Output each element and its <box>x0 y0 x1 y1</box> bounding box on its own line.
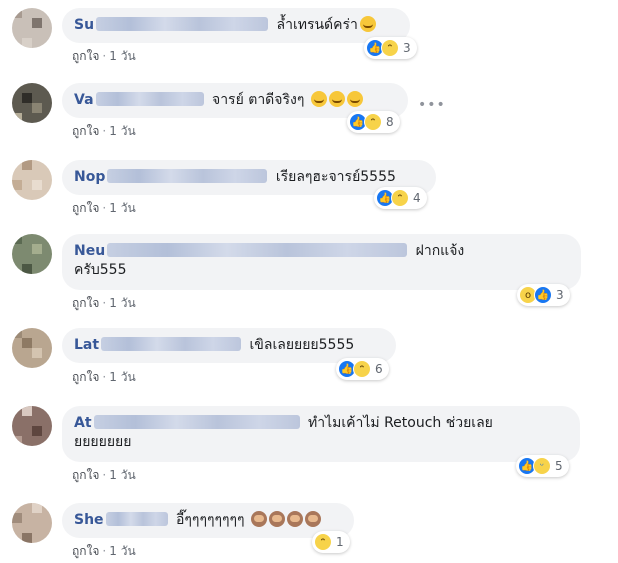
comment-bubble: Su ล้ำเทรนด์คร่า <box>62 8 410 43</box>
avatar[interactable] <box>12 83 52 123</box>
like-link[interactable]: ถูกใจ <box>72 201 99 215</box>
avatar[interactable] <box>12 8 52 48</box>
sad-reaction-icon: ᵕ <box>533 457 551 475</box>
see-no-evil-monkey-icon <box>269 511 286 527</box>
haha-reaction-icon: ᵔ <box>381 39 399 57</box>
grin-emoji-icon <box>328 91 345 107</box>
blurred-name <box>107 169 268 183</box>
blurred-name <box>93 415 300 429</box>
comment-text: ทำไมเค้าไม่ Retouch ช่วยเลย <box>307 415 493 431</box>
reaction-summary[interactable]: 👍 ᵔ 8 <box>347 111 400 133</box>
reaction-summary[interactable]: ᵔ 1 <box>312 531 350 553</box>
haha-reaction-icon: ᵔ <box>364 113 382 131</box>
timestamp[interactable]: 1 วัน <box>109 544 135 558</box>
comment-text-line2: ยยยยยยย <box>74 434 132 450</box>
commenter-name[interactable]: Lat <box>74 337 99 353</box>
comment-bubble: She อี๊ๆๆๆๆๆๆๆๆ <box>62 503 354 538</box>
timestamp[interactable]: 1 วัน <box>109 201 135 215</box>
reaction-count: 4 <box>413 191 421 205</box>
like-link[interactable]: ถูกใจ <box>72 124 99 138</box>
like-link[interactable]: ถูกใจ <box>72 49 99 63</box>
blurred-name <box>95 92 204 106</box>
reaction-count: 5 <box>555 459 563 473</box>
see-no-evil-monkey-icon <box>287 511 304 527</box>
avatar[interactable] <box>12 406 52 446</box>
timestamp[interactable]: 1 วัน <box>109 124 135 138</box>
commenter-name[interactable]: Su <box>74 17 94 33</box>
avatar[interactable] <box>12 328 52 368</box>
haha-reaction-icon: ᵔ <box>391 189 409 207</box>
blurred-name <box>96 17 269 31</box>
comment-text-line2: ครับ555 <box>74 262 127 278</box>
comment-meta: ถูกใจ · 1 วัน <box>72 370 136 384</box>
haha-reaction-icon: ᵔ <box>353 360 371 378</box>
comment-text: อี๊ๆๆๆๆๆๆๆๆ <box>176 512 245 528</box>
see-no-evil-monkey-icon <box>251 511 268 527</box>
like-link[interactable]: ถูกใจ <box>72 370 99 384</box>
comment-text: ฝากแจ้ง <box>415 243 465 259</box>
timestamp[interactable]: 1 วัน <box>109 49 135 63</box>
comment-text: ล้ำเทรนด์คร่า <box>276 17 358 33</box>
reaction-summary[interactable]: o 👍 3 <box>517 284 570 306</box>
comment-text: เขิลเลยยยย5555 <box>249 337 355 353</box>
grin-emoji-icon <box>310 91 327 107</box>
comment-text: เรียลๆฮะจารย์5555 <box>275 169 396 185</box>
reaction-summary[interactable]: 👍 ᵔ 3 <box>364 37 417 59</box>
blurred-name <box>105 512 168 526</box>
like-link[interactable]: ถูกใจ <box>72 296 99 310</box>
commenter-name[interactable]: Va <box>74 92 94 108</box>
comment-meta: ถูกใจ · 1 วัน <box>72 468 136 482</box>
like-link[interactable]: ถูกใจ <box>72 468 99 482</box>
comment-bubble: At ทำไมเค้าไม่ Retouch ช่วยเลย ยยยยยยย <box>62 406 580 462</box>
grin-emoji-icon <box>346 91 363 107</box>
comment-meta: ถูกใจ · 1 วัน <box>72 544 136 558</box>
reaction-count: 8 <box>386 115 394 129</box>
commenter-name[interactable]: Nop <box>74 169 105 185</box>
avatar[interactable] <box>12 234 52 274</box>
smile-emoji-icon <box>359 16 376 32</box>
avatar[interactable] <box>12 503 52 543</box>
commenter-name[interactable]: She <box>74 512 104 528</box>
comment-bubble: Neu ฝากแจ้ง ครับ555 <box>62 234 581 290</box>
comment-text: จารย์ ตาดีจริงๆ <box>211 92 305 108</box>
commenter-name[interactable]: At <box>74 415 92 431</box>
haha-reaction-icon: ᵔ <box>314 533 332 551</box>
blurred-name <box>101 337 242 351</box>
see-no-evil-monkey-icon <box>305 511 322 527</box>
comment-meta: ถูกใจ · 1 วัน <box>72 124 136 138</box>
comment-meta: ถูกใจ · 1 วัน <box>72 49 136 63</box>
reaction-count: 3 <box>403 41 411 55</box>
comment-meta: ถูกใจ · 1 วัน <box>72 201 136 215</box>
timestamp[interactable]: 1 วัน <box>109 296 135 310</box>
reaction-summary[interactable]: 👍 ᵔ 4 <box>374 187 427 209</box>
comment-meta: ถูกใจ · 1 วัน <box>72 296 136 310</box>
reaction-count: 3 <box>556 288 564 302</box>
reaction-count: 6 <box>375 362 383 376</box>
blurred-name <box>107 243 408 257</box>
like-reaction-icon: 👍 <box>534 286 552 304</box>
reaction-count: 1 <box>336 535 344 549</box>
reaction-summary[interactable]: 👍 ᵕ 5 <box>516 455 569 477</box>
like-link[interactable]: ถูกใจ <box>72 544 99 558</box>
reaction-summary[interactable]: 👍 ᵔ 6 <box>336 358 389 380</box>
avatar[interactable] <box>12 160 52 200</box>
commenter-name[interactable]: Neu <box>74 243 105 259</box>
more-options-icon[interactable]: ••• <box>418 97 446 113</box>
timestamp[interactable]: 1 วัน <box>109 468 135 482</box>
timestamp[interactable]: 1 วัน <box>109 370 135 384</box>
